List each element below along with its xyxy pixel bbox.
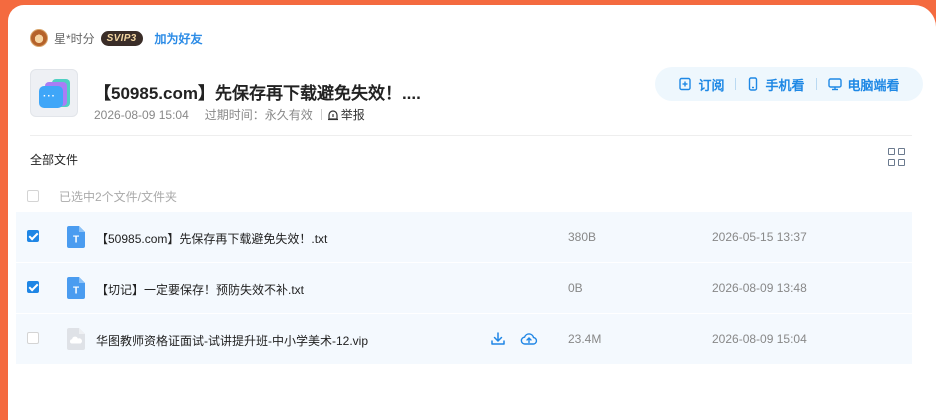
sharer-info: 星*时分 SVIP3 加为好友 <box>30 28 203 48</box>
file-name[interactable]: 【50985.com】先保存再下载避免失效！.txt <box>96 230 327 247</box>
file-checkbox[interactable] <box>27 230 39 242</box>
subscribe-button[interactable]: 订阅 <box>678 75 724 94</box>
expiry-value: 永久有效 <box>264 108 313 122</box>
subscribe-label: 订阅 <box>698 77 725 93</box>
file-name[interactable]: 华图教师资格证面试-试讲提升班-中小学美术-12.vip <box>96 332 368 349</box>
share-title: 【50985.com】先保存再下载避免失效！.... <box>94 84 421 103</box>
report-icon <box>327 109 338 120</box>
file-row[interactable]: T 【切记】一定要保存！预防失效不补.txt 0B 2026-08-09 13:… <box>16 263 912 313</box>
desktop-view-label: 电脑端看 <box>847 77 900 93</box>
share-folder-icon: ··· <box>30 69 78 117</box>
phone-icon <box>749 77 758 91</box>
svip-badge: SVIP3 <box>100 30 143 46</box>
action-divider <box>815 78 817 90</box>
selection-info: 已选中2个文件/文件夹 <box>59 189 178 204</box>
subscribe-icon <box>679 77 692 91</box>
select-all-checkbox[interactable] <box>27 190 39 202</box>
view-actions: 订阅 手机看 电脑端看 <box>655 67 923 101</box>
select-all-row: 已选中2个文件/文件夹 <box>27 188 177 204</box>
breadcrumb[interactable]: 全部文件 <box>30 151 78 168</box>
cloud-upload-icon[interactable] <box>520 330 538 348</box>
desktop-view-button[interactable]: 电脑端看 <box>827 75 900 94</box>
file-size: 23.4M <box>568 332 602 346</box>
file-checkbox[interactable] <box>27 281 39 293</box>
monitor-icon <box>827 78 842 91</box>
share-panel: 星*时分 SVIP3 加为好友 ··· 【50985.com】先保存再下载避免失… <box>8 5 936 420</box>
file-size: 380B <box>568 230 597 244</box>
file-date: 2026-08-09 13:48 <box>712 281 807 295</box>
avatar[interactable] <box>30 29 48 47</box>
file-size: 0B <box>568 281 583 295</box>
file-checkbox[interactable] <box>27 332 39 344</box>
txt-file-icon: T <box>67 226 85 248</box>
file-name[interactable]: 【切记】一定要保存！预防失效不补.txt <box>96 281 304 298</box>
expiry-label: 过期时间： <box>204 108 265 122</box>
mobile-view-label: 手机看 <box>765 77 805 93</box>
svg-text:T: T <box>73 286 79 297</box>
file-date: 2026-05-15 13:37 <box>712 230 807 244</box>
share-meta: 2026-08-09 15:04 过期时间： 永久有效 举报 <box>94 106 365 123</box>
file-row[interactable]: T 【50985.com】先保存再下载避免失效！.txt 380B 2026-0… <box>16 212 912 262</box>
header-divider <box>30 135 912 136</box>
download-icon[interactable] <box>489 330 507 348</box>
report-button[interactable]: 举报 <box>327 106 365 123</box>
meta-divider <box>320 109 322 120</box>
file-date: 2026-08-09 15:04 <box>712 332 807 346</box>
txt-file-icon: T <box>67 277 85 299</box>
action-divider <box>735 78 737 90</box>
file-row[interactable]: 华图教师资格证面试-试讲提升班-中小学美术-12.vip 23.4M 2026-… <box>16 314 912 364</box>
sharer-name[interactable]: 星*时分 <box>54 30 95 47</box>
mobile-view-button[interactable]: 手机看 <box>747 75 805 94</box>
report-label: 举报 <box>340 108 365 122</box>
share-created-time: 2026-08-09 15:04 <box>94 107 189 122</box>
unknown-file-icon <box>67 328 85 350</box>
grid-view-icon[interactable] <box>888 148 906 166</box>
add-friend-link[interactable]: 加为好友 <box>155 30 203 47</box>
svg-text:T: T <box>73 235 79 246</box>
